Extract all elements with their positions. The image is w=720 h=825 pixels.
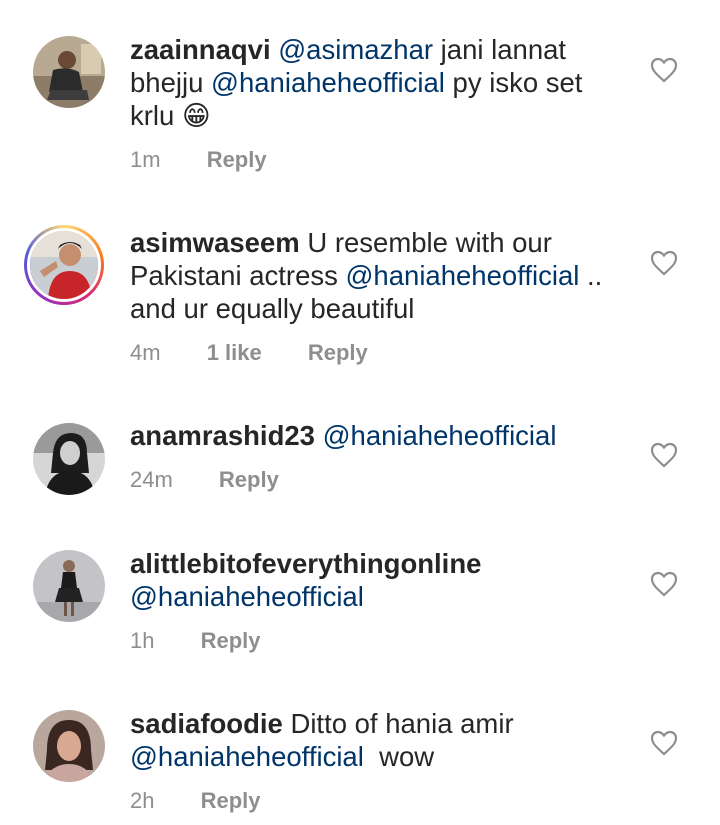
avatar[interactable] (33, 710, 105, 782)
like-button[interactable] (650, 730, 678, 756)
comment-text: zaainnaqvi @asimazhar jani lannat bhejju… (130, 33, 630, 132)
heart-icon (650, 571, 678, 597)
comment-text: asimwaseem U resemble with our Pakistani… (130, 227, 603, 324)
reply-button[interactable]: Reply (201, 788, 261, 814)
comment-username[interactable]: zaainnaqvi (130, 34, 271, 65)
heart-icon (650, 442, 678, 468)
heart-icon (650, 250, 678, 276)
reply-button[interactable]: Reply (207, 147, 267, 173)
heart-icon (650, 730, 678, 756)
like-button[interactable] (650, 57, 678, 83)
avatar-woman-dress-icon (33, 550, 105, 622)
avatar-man-story-ring-icon (27, 228, 101, 302)
comment-meta: 2h Reply (130, 788, 261, 814)
comment-meta: 1m Reply (130, 147, 267, 173)
avatar-woman-bw-icon (33, 423, 105, 495)
avatar[interactable] (33, 423, 105, 495)
comment-meta: 4m 1 like Reply (130, 340, 368, 366)
comments-list: zaainnaqvi @asimazhar jani lannat bhejju… (0, 0, 720, 825)
comment-username[interactable]: asimwaseem (130, 227, 300, 258)
avatar[interactable] (33, 36, 105, 108)
comment-username[interactable]: sadiafoodie (130, 708, 283, 739)
comment-time: 1h (130, 628, 155, 653)
comment-text: alittlebitofeverythingonline @haniaheheof… (130, 547, 630, 613)
mention-link[interactable]: @haniaheheofficial (211, 67, 445, 98)
reply-button[interactable]: Reply (219, 467, 279, 493)
like-button[interactable] (650, 442, 678, 468)
comment-meta: 24m Reply (130, 467, 279, 493)
avatar[interactable] (33, 550, 105, 622)
reply-button[interactable]: Reply (308, 340, 368, 366)
grin-emoji-icon: 😁 (181, 100, 211, 131)
avatar[interactable] (24, 225, 104, 305)
mention-link[interactable]: @haniaheheofficial (323, 420, 557, 451)
like-button[interactable] (650, 571, 678, 597)
comment-time: 1m (130, 147, 161, 172)
comment-meta: 1h Reply (130, 628, 261, 654)
comment-time: 24m (130, 467, 173, 492)
avatar-woman-icon (33, 710, 105, 782)
mention-link[interactable]: @asimazhar (278, 34, 433, 65)
mention-link[interactable]: @haniaheheofficial (130, 741, 364, 772)
comment-text: anamrashid23 @haniaheheofficial (130, 419, 630, 452)
heart-icon (650, 57, 678, 83)
mention-link[interactable]: @haniaheheofficial (130, 581, 364, 612)
comment-username[interactable]: anamrashid23 (130, 420, 315, 451)
comment-text: sadiafoodie Ditto of hania amir @haniahe… (130, 708, 514, 772)
avatar-man-sitting-icon (33, 36, 105, 108)
like-button[interactable] (650, 250, 678, 276)
reply-button[interactable]: Reply (201, 628, 261, 654)
comment-time: 2h (130, 788, 155, 813)
comment-username[interactable]: alittlebitofeverythingonline (130, 548, 481, 579)
mention-link[interactable]: @haniaheheofficial (346, 260, 580, 291)
likes-count[interactable]: 1 like (207, 340, 262, 366)
comment-time: 4m (130, 340, 161, 365)
